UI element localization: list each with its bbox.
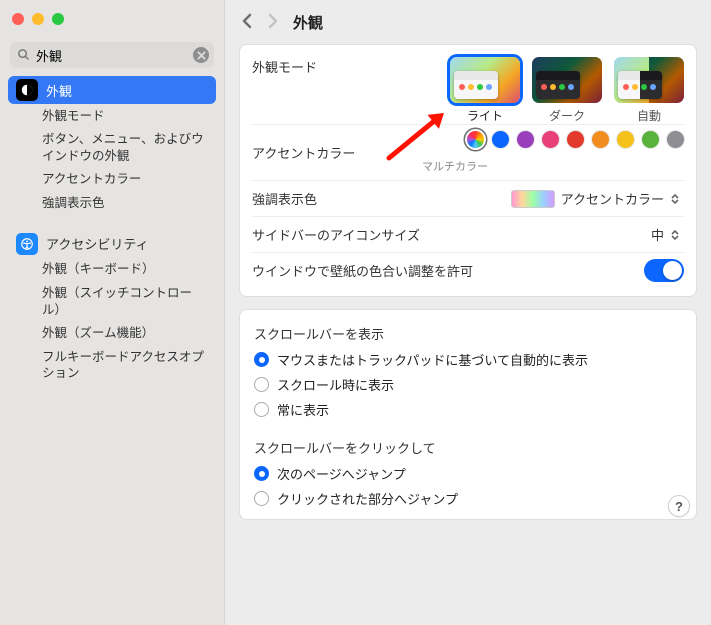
scrollbars-click-group: 次のページへジャンプクリックされた部分へジャンプ bbox=[252, 461, 684, 511]
sidebar-item-appearance[interactable]: 外観 bbox=[8, 76, 216, 104]
radio-icon bbox=[254, 491, 269, 506]
content-area: 外観 外観モード ライト ダーク bbox=[225, 0, 711, 625]
accent-color-option[interactable] bbox=[492, 131, 509, 148]
accent-color-option[interactable] bbox=[617, 131, 634, 148]
highlight-swatch-icon bbox=[511, 190, 555, 208]
accent-color-option[interactable] bbox=[542, 131, 559, 148]
sidebar-sub-access-switch[interactable]: 外観（スイッチコントロール） bbox=[8, 282, 216, 322]
radio-icon bbox=[254, 466, 269, 481]
highlight-color-value: アクセントカラー bbox=[561, 189, 664, 208]
radio-label: 次のページへジャンプ bbox=[277, 464, 406, 483]
group-title-scrollbars-show: スクロールバーを表示 bbox=[254, 324, 684, 343]
wallpaper-tint-toggle[interactable] bbox=[644, 259, 684, 282]
accent-color-option[interactable] bbox=[467, 131, 484, 148]
accent-color-option[interactable] bbox=[667, 131, 684, 148]
sidebar-icon-size-select[interactable]: 中 bbox=[651, 225, 684, 245]
row-label-appearance-mode: 外観モード bbox=[252, 57, 422, 76]
panel-appearance: 外観モード ライト ダーク bbox=[239, 44, 697, 297]
appearance-option-label: 自動 bbox=[614, 107, 684, 124]
appearance-option-auto[interactable]: 自動 bbox=[614, 57, 684, 124]
appearance-option-dark[interactable]: ダーク bbox=[532, 57, 602, 124]
appearance-option-light[interactable]: ライト bbox=[450, 57, 520, 124]
row-label-accent-color: アクセントカラー bbox=[252, 143, 422, 162]
close-window-button[interactable] bbox=[12, 13, 24, 25]
sidebar-icon-size-value: 中 bbox=[651, 225, 664, 244]
accent-color-option[interactable] bbox=[517, 131, 534, 148]
row-label-wallpaper-tint: ウインドウで壁紙の色合い調整を許可 bbox=[252, 261, 644, 280]
search-box[interactable] bbox=[10, 42, 214, 68]
appearance-option-label: ライト bbox=[450, 107, 520, 124]
appearance-icon bbox=[16, 79, 38, 101]
appearance-option-label: ダーク bbox=[532, 107, 602, 124]
radio-label: スクロール時に表示 bbox=[277, 375, 394, 394]
accent-color-option[interactable] bbox=[592, 131, 609, 148]
accessibility-icon bbox=[16, 233, 38, 255]
radio-option[interactable]: スクロール時に表示 bbox=[252, 372, 684, 397]
radio-option[interactable]: 常に表示 bbox=[252, 397, 684, 422]
sidebar-sub-access-fullkb[interactable]: フルキーボードアクセスオプション bbox=[8, 346, 216, 386]
sidebar: 外観 外観モード ボタン、メニュー、およびウインドウの外観 アクセントカラー 強… bbox=[0, 0, 225, 625]
accent-color-option[interactable] bbox=[642, 131, 659, 148]
sidebar-item-label: アクセシビリティ bbox=[46, 234, 149, 253]
search-input[interactable] bbox=[36, 48, 188, 63]
radio-label: マウスまたはトラックパッドに基づいて自動的に表示 bbox=[277, 350, 588, 369]
radio-icon bbox=[254, 377, 269, 392]
sidebar-item-label: 外観 bbox=[46, 81, 72, 100]
radio-option[interactable]: マウスまたはトラックパッドに基づいて自動的に表示 bbox=[252, 347, 684, 372]
panel-scrollbars: スクロールバーを表示 マウスまたはトラックパッドに基づいて自動的に表示スクロール… bbox=[239, 309, 697, 520]
row-label-highlight-color: 強調表示色 bbox=[252, 189, 422, 208]
page-title: 外観 bbox=[293, 12, 323, 33]
clear-search-button[interactable] bbox=[193, 47, 209, 63]
radio-label: クリックされた部分へジャンプ bbox=[277, 489, 458, 508]
search-icon bbox=[16, 47, 31, 65]
sidebar-item-accessibility[interactable]: アクセシビリティ bbox=[8, 230, 216, 258]
sidebar-sub-highlight-color[interactable]: 強調表示色 bbox=[8, 192, 216, 216]
content-header: 外観 bbox=[225, 0, 711, 44]
accent-caption: マルチカラー bbox=[422, 158, 488, 174]
scrollbars-show-group: マウスまたはトラックパッドに基づいて自動的に表示スクロール時に表示常に表示 bbox=[252, 347, 684, 422]
sidebar-nav: 外観 外観モード ボタン、メニュー、およびウインドウの外観 アクセントカラー 強… bbox=[0, 76, 224, 385]
radio-icon bbox=[254, 402, 269, 417]
radio-option[interactable]: 次のページへジャンプ bbox=[252, 461, 684, 486]
help-button[interactable]: ? bbox=[668, 495, 690, 517]
forward-button[interactable] bbox=[267, 12, 279, 33]
row-label-sidebar-icon-size: サイドバーのアイコンサイズ bbox=[252, 225, 651, 244]
highlight-color-select[interactable]: アクセントカラー bbox=[511, 189, 684, 209]
appearance-mode-options: ライト ダーク 自動 bbox=[450, 57, 684, 124]
content-body: 外観モード ライト ダーク bbox=[225, 44, 711, 625]
radio-label: 常に表示 bbox=[277, 400, 329, 419]
group-title-scrollbars-click: スクロールバーをクリックして bbox=[254, 438, 684, 457]
sidebar-sub-buttons-menus[interactable]: ボタン、メニュー、およびウインドウの外観 bbox=[8, 128, 216, 168]
chevron-up-down-icon bbox=[670, 225, 684, 245]
sidebar-sub-access-zoom[interactable]: 外観（ズーム機能） bbox=[8, 322, 216, 346]
window-controls bbox=[0, 0, 224, 38]
sidebar-sub-appearance-mode[interactable]: 外観モード bbox=[8, 104, 216, 128]
chevron-up-down-icon bbox=[670, 189, 684, 209]
back-button[interactable] bbox=[241, 12, 253, 33]
sidebar-sub-access-keyboard[interactable]: 外観（キーボード） bbox=[8, 258, 216, 282]
radio-icon bbox=[254, 352, 269, 367]
accent-color-options bbox=[467, 131, 684, 148]
minimize-window-button[interactable] bbox=[32, 13, 44, 25]
fullscreen-window-button[interactable] bbox=[52, 13, 64, 25]
system-settings-window: 外観 外観モード ボタン、メニュー、およびウインドウの外観 アクセントカラー 強… bbox=[0, 0, 711, 625]
sidebar-sub-accent-color[interactable]: アクセントカラー bbox=[8, 168, 216, 192]
radio-option[interactable]: クリックされた部分へジャンプ bbox=[252, 486, 684, 511]
accent-color-option[interactable] bbox=[567, 131, 584, 148]
